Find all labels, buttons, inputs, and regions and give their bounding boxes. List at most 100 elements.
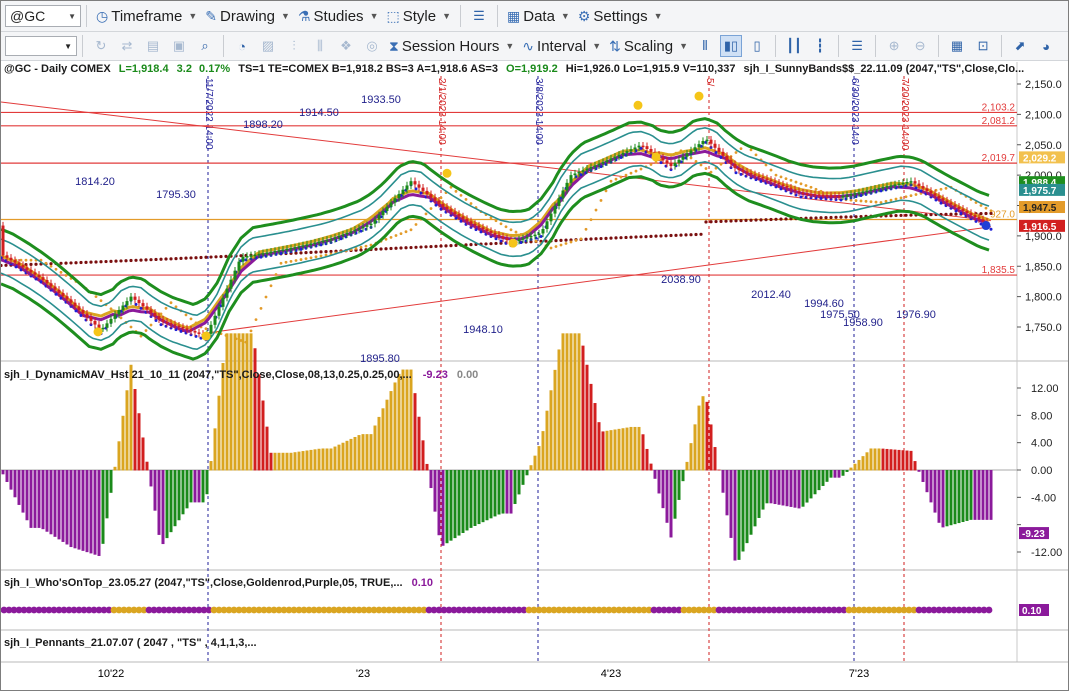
hist-bar [49,470,53,535]
ma-dot [184,256,188,260]
ohlc-bars-icon[interactable]: ⫴ [694,35,716,57]
price-annotation: 1895.80 [360,353,400,365]
chart-area[interactable]: 11/7/2022 14:00 2/1/2023 14:00 3/8/2023 14… [0,62,1068,690]
ma-dot [49,264,53,268]
panel4-title: sjh_I_Pennants_21.07.07 ( 2047 , "TS" , … [4,637,257,649]
hist-bar [829,470,833,478]
table-icon[interactable]: ▦ [946,35,968,57]
toolbar-divider [82,35,83,57]
ma-dot [114,259,118,263]
studies-menu[interactable]: ⚗ Studies ▼ [294,4,383,28]
chart-type-icon[interactable]: ⇄ [116,35,138,57]
ma-dot [739,218,743,223]
data-menu[interactable]: ▦ Data ▼ [503,4,574,28]
chevron-down-icon: ▼ [505,41,515,51]
hist-bar [565,333,569,471]
hist-bar [373,425,377,471]
ma-dot [599,199,603,202]
hist-bar [285,452,289,471]
candlestick-icon[interactable]: ▮▯ [720,35,743,57]
image-icon[interactable]: ▨ [257,35,279,57]
ma-dot [4,263,8,267]
candle-body [617,154,621,157]
ma-dot [409,245,413,250]
ma-dot [404,230,408,234]
interval-menu[interactable]: ∿ Interval ▼ [518,34,605,58]
symbol-selector[interactable]: @GC ▼ [5,5,81,27]
ma-dot [759,179,763,183]
zoom-in-icon[interactable]: ⊕ [883,35,905,57]
volume-bars-icon[interactable]: ┃┃ [783,35,805,57]
interval-selector[interactable]: ▼ [5,36,77,56]
ma-dot [254,318,258,322]
ma-dot [699,163,703,167]
hist-bar [261,400,265,471]
zoom-out-icon[interactable]: ⊖ [909,35,931,57]
cubes-icon[interactable]: ❖ [335,35,357,57]
candle-body [981,219,985,222]
level-label: 927.0 [990,209,1015,220]
ma-dot [989,227,993,231]
candle-body [57,289,61,293]
chevron-down-icon: ▼ [592,41,602,51]
candle-body [165,321,169,324]
style-menu[interactable]: ⬚ Style ▼ [382,4,455,28]
ma-dot [499,239,503,243]
panel2-value2: 0.00 [457,369,478,381]
window-icon[interactable]: ▣ [168,35,190,57]
refresh-icon[interactable]: ↻ [90,35,112,57]
layout-icon[interactable]: ☰ [846,35,868,57]
whos-on-top-pane: 0.10 [0,604,1049,617]
hist-bar [481,470,485,523]
candle-body [173,324,177,326]
candle-body [437,200,441,204]
ma-dot [679,233,683,237]
candle-body [785,186,789,188]
price-annotation: 1933.50 [361,94,401,106]
candle-body [21,265,25,268]
time-label-oct22: 10'22 [98,668,125,680]
line-bars-icon[interactable]: ┇ [809,35,831,57]
hollow-candle-icon[interactable]: ▯ [746,35,768,57]
ma-dot [419,191,423,195]
ma-dot [874,200,878,204]
price-badge-label: 1,947.5 [1023,203,1057,214]
candle-body [685,153,689,157]
scaling-menu[interactable]: ⇅ Scaling ▼ [605,34,692,58]
candle-body [193,331,197,333]
drawing-menu[interactable]: ✎ Drawing ▼ [201,4,294,28]
grid-settings-icon[interactable]: ▤ [142,35,164,57]
hist-bar [369,434,373,471]
candles-icon[interactable]: ⫶ [283,35,305,57]
zoom-fit-icon[interactable]: ⌕ [194,35,216,57]
ma-dot [614,177,618,181]
timeframe-label: Timeframe [111,7,183,25]
hist-bar [537,446,541,471]
candle-body [649,149,653,152]
ma-dot [814,216,818,220]
ma-dot [649,234,653,238]
ma-dot [629,235,633,239]
clock-icon: ◷ [96,7,109,24]
lock-icon[interactable]: ⊡ [972,35,994,57]
timeframe-menu[interactable]: ◷ Timeframe ▼ [92,4,201,28]
session-hours-menu[interactable]: ⧗ Session Hours ▼ [385,34,518,58]
layout-icon[interactable]: ☰ [468,5,490,27]
histogram-pane: 12.00 8.00 4.00 0.00 -4.00 -12.00 -9.23 [1,333,1062,561]
bars-icon[interactable]: ⫼ [309,35,331,57]
ma-dot [694,160,698,163]
ma-dot [129,258,133,263]
settings-menu[interactable]: ⚙ Settings ▼ [574,4,667,28]
ma-dot [824,216,828,220]
hist-bar [989,470,993,520]
chart-canvas[interactable]: 11/7/2022 14:00 2/1/2023 14:00 3/8/2023 14… [0,62,1068,690]
target-icon[interactable]: ◎ [361,35,383,57]
trend-icon[interactable]: ⬈ [1009,35,1031,57]
candle-body [517,239,521,242]
candle-body [953,204,957,207]
candle-body [169,322,173,325]
analytics-icon[interactable]: ◕ [1035,35,1057,57]
candle-body [937,195,941,199]
hist-bar [189,470,193,503]
gauge-icon[interactable]: ◔ [231,35,253,57]
